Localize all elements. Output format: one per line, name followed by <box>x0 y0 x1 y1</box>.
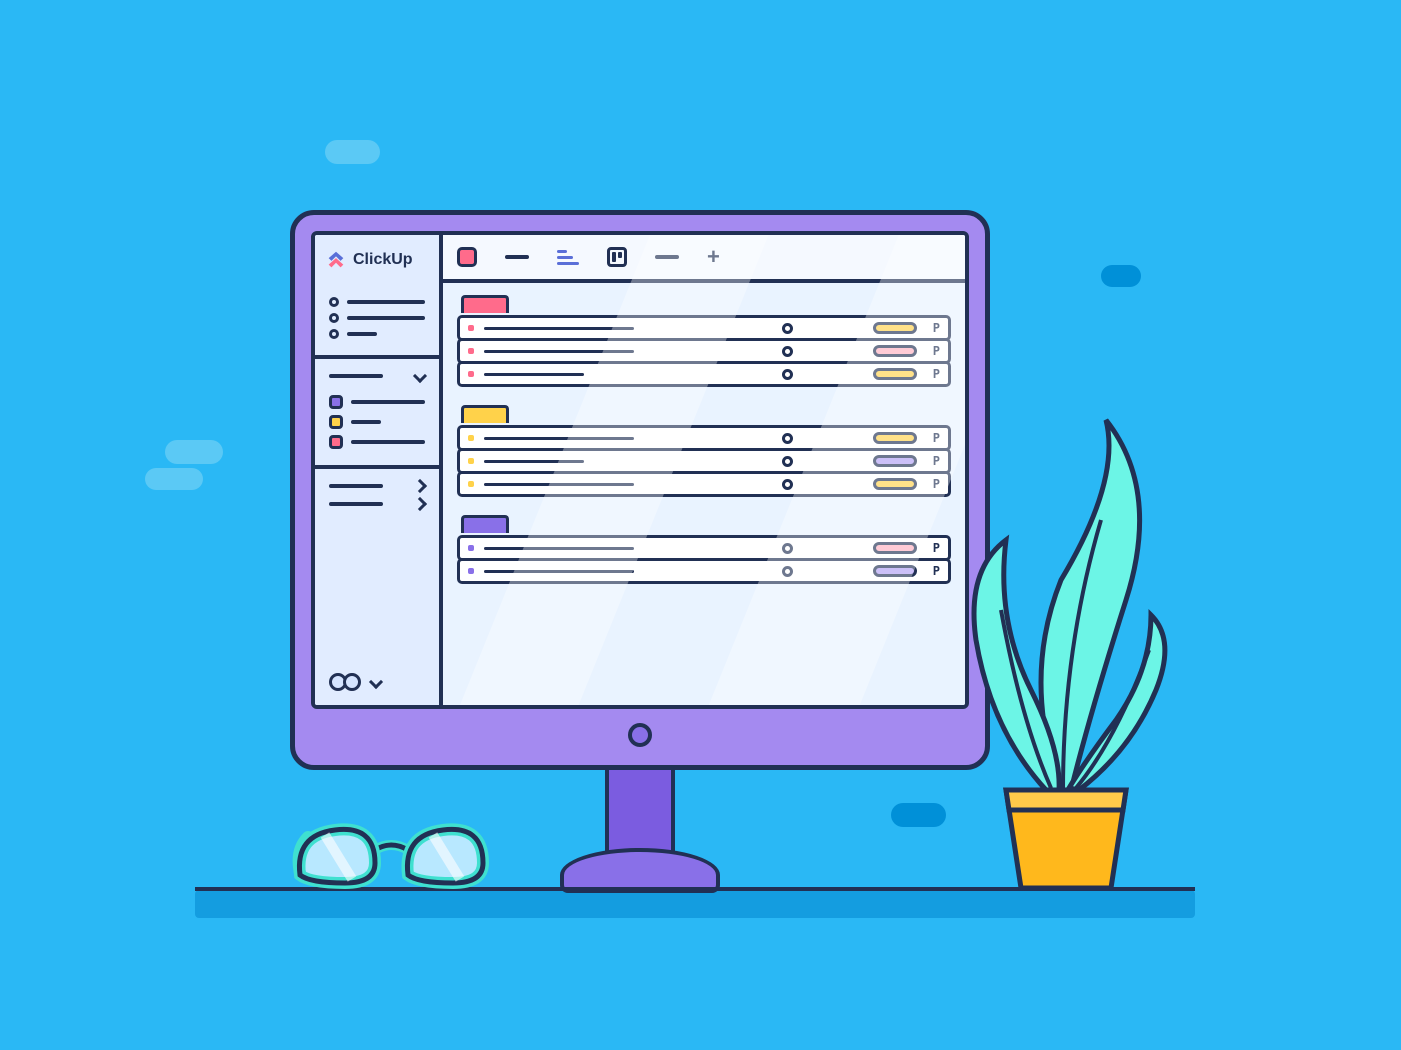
sidebar-section-toggle[interactable] <box>315 469 439 497</box>
task-tag-pill[interactable] <box>873 478 917 490</box>
task-title <box>484 547 634 550</box>
task-title <box>484 327 634 330</box>
sidebar-nav <box>315 281 439 355</box>
task-status-icon <box>468 545 474 551</box>
cloud-decor <box>1101 265 1141 287</box>
task-priority-flag[interactable]: P <box>933 367 940 381</box>
task-priority-flag[interactable]: P <box>933 431 940 445</box>
space-color-icon <box>329 395 343 409</box>
task-title <box>484 483 634 486</box>
task-tag-pill[interactable] <box>873 345 917 357</box>
task-tag-pill[interactable] <box>873 368 917 380</box>
task-status-icon <box>468 481 474 487</box>
view-tab-board[interactable] <box>607 247 627 267</box>
main-content: + PPPPPPPP <box>443 235 965 705</box>
task-tag-pill[interactable] <box>873 432 917 444</box>
task-row[interactable]: P <box>457 558 951 584</box>
cloud-decor <box>325 140 380 164</box>
chevron-right-icon <box>413 479 427 493</box>
sidebar-spaces <box>315 387 439 465</box>
task-tag-pill[interactable] <box>873 565 917 577</box>
sidebar: ClickUp <box>315 235 443 705</box>
task-priority-flag[interactable]: P <box>933 541 940 555</box>
task-assignee-icon[interactable] <box>782 323 793 334</box>
chevron-down-icon <box>413 369 427 383</box>
task-status-icon <box>468 568 474 574</box>
task-assignee-icon[interactable] <box>782 433 793 444</box>
view-tab-gantt[interactable] <box>557 250 579 265</box>
task-title <box>484 460 584 463</box>
task-tag-pill[interactable] <box>873 542 917 554</box>
sidebar-space-item[interactable] <box>329 415 425 429</box>
task-priority-flag[interactable]: P <box>933 564 940 578</box>
task-title <box>484 350 634 353</box>
monitor-stand <box>605 759 675 854</box>
task-assignee-icon[interactable] <box>782 543 793 554</box>
task-assignee-icon[interactable] <box>782 566 793 577</box>
task-row[interactable]: P <box>457 361 951 387</box>
view-tab-list[interactable] <box>457 247 477 267</box>
task-assignee-icon[interactable] <box>782 369 793 380</box>
sidebar-nav-item[interactable] <box>329 313 425 323</box>
task-assignee-icon[interactable] <box>782 346 793 357</box>
group-status-tag[interactable] <box>461 405 509 423</box>
avatar-icon <box>343 673 361 691</box>
task-priority-flag[interactable]: P <box>933 477 940 491</box>
task-status-icon <box>468 325 474 331</box>
task-list-area: PPPPPPPP <box>443 283 965 705</box>
task-group: PPP <box>457 405 951 497</box>
sidebar-section-toggle[interactable] <box>315 497 439 515</box>
sidebar-nav-item[interactable] <box>329 297 425 307</box>
view-tabs: + <box>443 235 965 283</box>
monitor: ClickUp <box>290 210 990 770</box>
sidebar-nav-item[interactable] <box>329 329 425 339</box>
task-status-icon <box>468 348 474 354</box>
task-tag-pill[interactable] <box>873 455 917 467</box>
task-title <box>484 373 584 376</box>
eyeglasses-decor <box>290 795 500 900</box>
space-color-icon <box>329 435 343 449</box>
task-group: PPP <box>457 295 951 387</box>
app-window: ClickUp <box>311 231 969 709</box>
view-tab[interactable] <box>655 255 679 259</box>
task-status-icon <box>468 458 474 464</box>
task-assignee-icon[interactable] <box>782 456 793 467</box>
plant-decor <box>951 400 1171 900</box>
task-status-icon <box>468 371 474 377</box>
add-view-button[interactable]: + <box>707 246 720 268</box>
task-assignee-icon[interactable] <box>782 479 793 490</box>
chevron-right-icon <box>413 497 427 511</box>
task-tag-pill[interactable] <box>873 322 917 334</box>
sidebar-user-menu[interactable] <box>315 663 439 705</box>
sidebar-section-toggle[interactable] <box>315 359 439 387</box>
cloud-decor <box>891 803 946 827</box>
group-status-tag[interactable] <box>461 515 509 533</box>
task-status-icon <box>468 435 474 441</box>
sidebar-space-item[interactable] <box>329 435 425 449</box>
app-logo[interactable]: ClickUp <box>315 235 439 281</box>
task-priority-flag[interactable]: P <box>933 454 940 468</box>
task-group: PP <box>457 515 951 584</box>
task-row[interactable]: P <box>457 471 951 497</box>
space-color-icon <box>329 415 343 429</box>
monitor-power-button[interactable] <box>628 723 652 747</box>
task-priority-flag[interactable]: P <box>933 344 940 358</box>
app-name: ClickUp <box>353 251 413 269</box>
task-priority-flag[interactable]: P <box>933 321 940 335</box>
group-status-tag[interactable] <box>461 295 509 313</box>
task-title <box>484 437 634 440</box>
view-tab[interactable] <box>505 255 529 259</box>
chevron-down-icon <box>369 675 383 689</box>
task-title <box>484 570 634 573</box>
clickup-logo-icon <box>325 249 347 271</box>
sidebar-space-item[interactable] <box>329 395 425 409</box>
